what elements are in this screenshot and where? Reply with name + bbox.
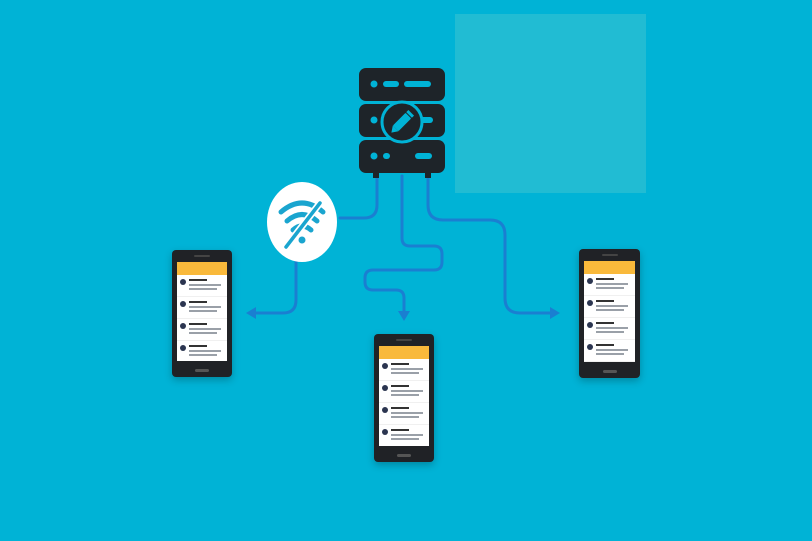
text-line	[596, 278, 614, 280]
feed-item	[584, 318, 635, 340]
avatar	[587, 322, 593, 328]
phone-speaker	[396, 339, 412, 341]
text-line	[596, 300, 614, 302]
feed-item	[584, 296, 635, 318]
text-line	[189, 345, 207, 347]
avatar	[382, 407, 388, 413]
text-line	[391, 416, 419, 418]
text-line	[596, 309, 624, 311]
wifi-off-icon	[267, 182, 337, 262]
avatar	[587, 344, 593, 350]
text-line	[596, 305, 628, 307]
feed-item	[379, 403, 429, 425]
avatar	[382, 385, 388, 391]
text-line	[189, 279, 207, 281]
text-line	[189, 328, 221, 330]
phone-screen	[584, 261, 635, 362]
text-line	[596, 283, 628, 285]
phone-center	[374, 334, 434, 462]
text-line	[596, 349, 628, 351]
feed-item	[177, 341, 227, 361]
feed-item	[379, 359, 429, 381]
phone-screen	[379, 346, 429, 446]
avatar	[587, 278, 593, 284]
feed-item	[584, 340, 635, 362]
text-line	[391, 412, 423, 414]
feed-item	[177, 297, 227, 319]
arrowhead-left	[246, 307, 256, 319]
text-line	[391, 407, 409, 409]
app-bar	[584, 261, 635, 274]
arrowhead-center	[398, 311, 410, 321]
text-line	[391, 390, 423, 392]
text-line	[391, 368, 423, 370]
text-line	[391, 363, 409, 365]
app-bar	[177, 262, 227, 275]
phone-left	[172, 250, 232, 377]
feed-item	[177, 319, 227, 341]
text-line	[189, 301, 207, 303]
feed-list	[379, 359, 429, 446]
text-line	[391, 434, 423, 436]
text-line	[391, 438, 419, 440]
diagram-canvas	[0, 0, 812, 541]
text-line	[596, 287, 624, 289]
avatar	[180, 345, 186, 351]
connector-left-lower	[250, 256, 298, 315]
avatar	[382, 363, 388, 369]
text-line	[189, 306, 221, 308]
text-line	[189, 310, 217, 312]
feed-item	[584, 274, 635, 296]
text-line	[391, 372, 419, 374]
server-rack-with-pencil-icon	[359, 68, 445, 178]
text-line	[596, 322, 614, 324]
arrowhead-right	[550, 307, 560, 319]
app-bar	[379, 346, 429, 359]
avatar	[180, 301, 186, 307]
home-button	[195, 369, 209, 372]
avatar	[587, 300, 593, 306]
phone-speaker	[601, 254, 618, 256]
feed-list	[584, 274, 635, 362]
avatar	[382, 429, 388, 435]
phone-speaker	[194, 255, 210, 257]
connector-to-right-phone	[426, 174, 556, 315]
avatar	[180, 323, 186, 329]
text-line	[391, 394, 419, 396]
feed-list	[177, 275, 227, 361]
text-line	[189, 323, 207, 325]
feed-item	[379, 381, 429, 403]
text-line	[596, 344, 614, 346]
text-line	[596, 331, 624, 333]
home-button	[602, 370, 617, 373]
text-line	[189, 350, 221, 352]
home-button	[397, 454, 411, 457]
feed-item	[177, 275, 227, 297]
text-line	[189, 332, 217, 334]
feed-item	[379, 425, 429, 446]
text-line	[596, 327, 628, 329]
text-line	[189, 354, 217, 356]
text-line	[391, 429, 409, 431]
phone-screen	[177, 262, 227, 361]
text-line	[596, 353, 624, 355]
connector-to-left-phone	[338, 174, 379, 220]
text-line	[189, 284, 221, 286]
phone-right	[579, 249, 640, 378]
text-line	[391, 385, 409, 387]
avatar	[180, 279, 186, 285]
text-line	[189, 288, 217, 290]
